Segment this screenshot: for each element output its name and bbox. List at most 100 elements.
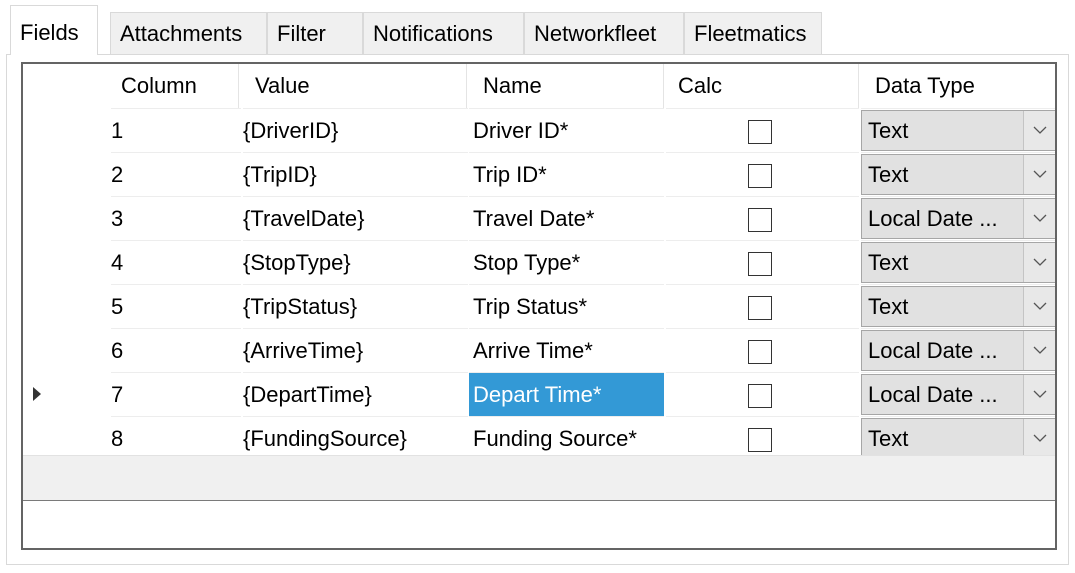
name-text: Funding Source* (473, 426, 637, 451)
cell-calc (666, 152, 859, 196)
cell-name[interactable]: Funding Source* (469, 416, 664, 460)
grid-empty-area (23, 455, 1055, 501)
data-type-dropdown[interactable]: Local Date ... (861, 198, 1055, 239)
data-type-value: Text (868, 118, 909, 143)
name-text: Driver ID* (473, 118, 569, 143)
name-text: Trip ID* (473, 162, 547, 187)
row-header[interactable] (23, 416, 105, 460)
header-calc[interactable]: Calc (666, 64, 859, 108)
cell-column[interactable]: 2 (111, 152, 241, 196)
grid-header-row: Column Value Name Calc Data Type (23, 64, 1055, 108)
chevron-down-icon[interactable] (1023, 331, 1055, 370)
cell-value[interactable]: {TripID} (243, 152, 468, 196)
row-header[interactable] (23, 196, 105, 240)
tab-filter[interactable]: Filter (267, 12, 363, 54)
table-row-current[interactable]: 7 {DepartTime} Depart Time* Local Date .… (23, 372, 1055, 416)
data-type-value: Local Date ... (868, 206, 998, 231)
cell-calc (666, 416, 859, 460)
name-text: Stop Type* (473, 250, 581, 275)
data-type-dropdown[interactable]: Text (861, 110, 1055, 151)
cell-value[interactable]: {TripStatus} (243, 284, 468, 328)
table-row[interactable]: 5 {TripStatus} Trip Status* Text (23, 284, 1055, 328)
data-type-value: Text (868, 426, 909, 451)
tab-notifications[interactable]: Notifications (363, 12, 524, 54)
row-header[interactable] (23, 108, 105, 152)
table-row[interactable]: 3 {TravelDate} Travel Date* Local Date .… (23, 196, 1055, 240)
table-row[interactable]: 4 {StopType} Stop Type* Text (23, 240, 1055, 284)
cell-name-selected[interactable]: Depart Time* (469, 372, 664, 416)
table-row[interactable]: 2 {TripID} Trip ID* Text (23, 152, 1055, 196)
table-row[interactable]: 6 {ArriveTime} Arrive Time* Local Date .… (23, 328, 1055, 372)
chevron-down-icon[interactable] (1023, 375, 1055, 414)
row-header[interactable] (23, 328, 105, 372)
cell-calc (666, 108, 859, 152)
data-type-dropdown[interactable]: Text (861, 242, 1055, 283)
chevron-down-icon[interactable] (1023, 111, 1055, 150)
header-column[interactable]: Column (111, 64, 241, 108)
calc-checkbox[interactable] (748, 428, 772, 452)
cell-value[interactable]: {DepartTime} (243, 372, 468, 416)
cell-column[interactable]: 5 (111, 284, 241, 328)
chevron-down-icon[interactable] (1023, 419, 1055, 458)
row-header[interactable] (23, 372, 105, 416)
cell-calc (666, 328, 859, 372)
cell-column[interactable]: 4 (111, 240, 241, 284)
cell-calc (666, 284, 859, 328)
cell-value[interactable]: {DriverID} (243, 108, 468, 152)
name-text: Arrive Time* (473, 338, 593, 363)
cell-value[interactable]: {FundingSource} (243, 416, 468, 460)
table-row[interactable]: 8 {FundingSource} Funding Source* Text (23, 416, 1055, 460)
header-name[interactable]: Name (469, 64, 664, 108)
cell-name[interactable]: Arrive Time* (469, 328, 664, 372)
tab-attachments[interactable]: Attachments (110, 12, 267, 54)
cell-name[interactable]: Trip ID* (469, 152, 664, 196)
cell-column[interactable]: 8 (111, 416, 241, 460)
chevron-down-icon[interactable] (1023, 243, 1055, 282)
header-value[interactable]: Value (243, 64, 468, 108)
data-type-dropdown[interactable]: Text (861, 154, 1055, 195)
fields-grid[interactable]: Column Value Name Calc Data Type 1 {Driv… (21, 62, 1057, 550)
tab-fields[interactable]: Fields (10, 5, 98, 55)
cell-name[interactable]: Stop Type* (469, 240, 664, 284)
chevron-down-icon[interactable] (1023, 199, 1055, 238)
calc-checkbox[interactable] (748, 120, 772, 144)
row-header[interactable] (23, 152, 105, 196)
row-header[interactable] (23, 240, 105, 284)
calc-checkbox[interactable] (748, 340, 772, 364)
cell-name[interactable]: Driver ID* (469, 108, 664, 152)
calc-checkbox[interactable] (748, 296, 772, 320)
data-type-dropdown[interactable]: Text (861, 418, 1055, 459)
cell-data-type: Local Date ... (861, 372, 1055, 416)
tab-networkfleet[interactable]: Networkfleet (524, 12, 684, 54)
calc-checkbox[interactable] (748, 164, 772, 188)
data-type-dropdown[interactable]: Local Date ... (861, 374, 1055, 415)
cell-name[interactable]: Travel Date* (469, 196, 664, 240)
data-type-value: Local Date ... (868, 382, 998, 407)
table-row[interactable]: 1 {DriverID} Driver ID* Text (23, 108, 1055, 152)
calc-checkbox[interactable] (748, 384, 772, 408)
cell-value[interactable]: {TravelDate} (243, 196, 468, 240)
data-type-value: Text (868, 250, 909, 275)
cell-data-type: Local Date ... (861, 328, 1055, 372)
cell-calc (666, 196, 859, 240)
data-type-dropdown[interactable]: Text (861, 286, 1055, 327)
tab-fleetmatics[interactable]: Fleetmatics (684, 12, 822, 54)
cell-column[interactable]: 7 (111, 372, 241, 416)
cell-column[interactable]: 1 (111, 108, 241, 152)
data-type-dropdown[interactable]: Local Date ... (861, 330, 1055, 371)
name-text: Travel Date* (473, 206, 595, 231)
cell-value[interactable]: {ArriveTime} (243, 328, 468, 372)
chevron-down-icon[interactable] (1023, 155, 1055, 194)
cell-column[interactable]: 3 (111, 196, 241, 240)
row-header[interactable] (23, 284, 105, 328)
cell-column[interactable]: 6 (111, 328, 241, 372)
cell-data-type: Text (861, 416, 1055, 460)
name-text: Depart Time* (473, 382, 602, 407)
cell-name[interactable]: Trip Status* (469, 284, 664, 328)
cell-value[interactable]: {StopType} (243, 240, 468, 284)
chevron-down-icon[interactable] (1023, 287, 1055, 326)
calc-checkbox[interactable] (748, 252, 772, 276)
calc-checkbox[interactable] (748, 208, 772, 232)
header-data-type[interactable]: Data Type (861, 64, 1055, 108)
data-type-value: Text (868, 162, 909, 187)
